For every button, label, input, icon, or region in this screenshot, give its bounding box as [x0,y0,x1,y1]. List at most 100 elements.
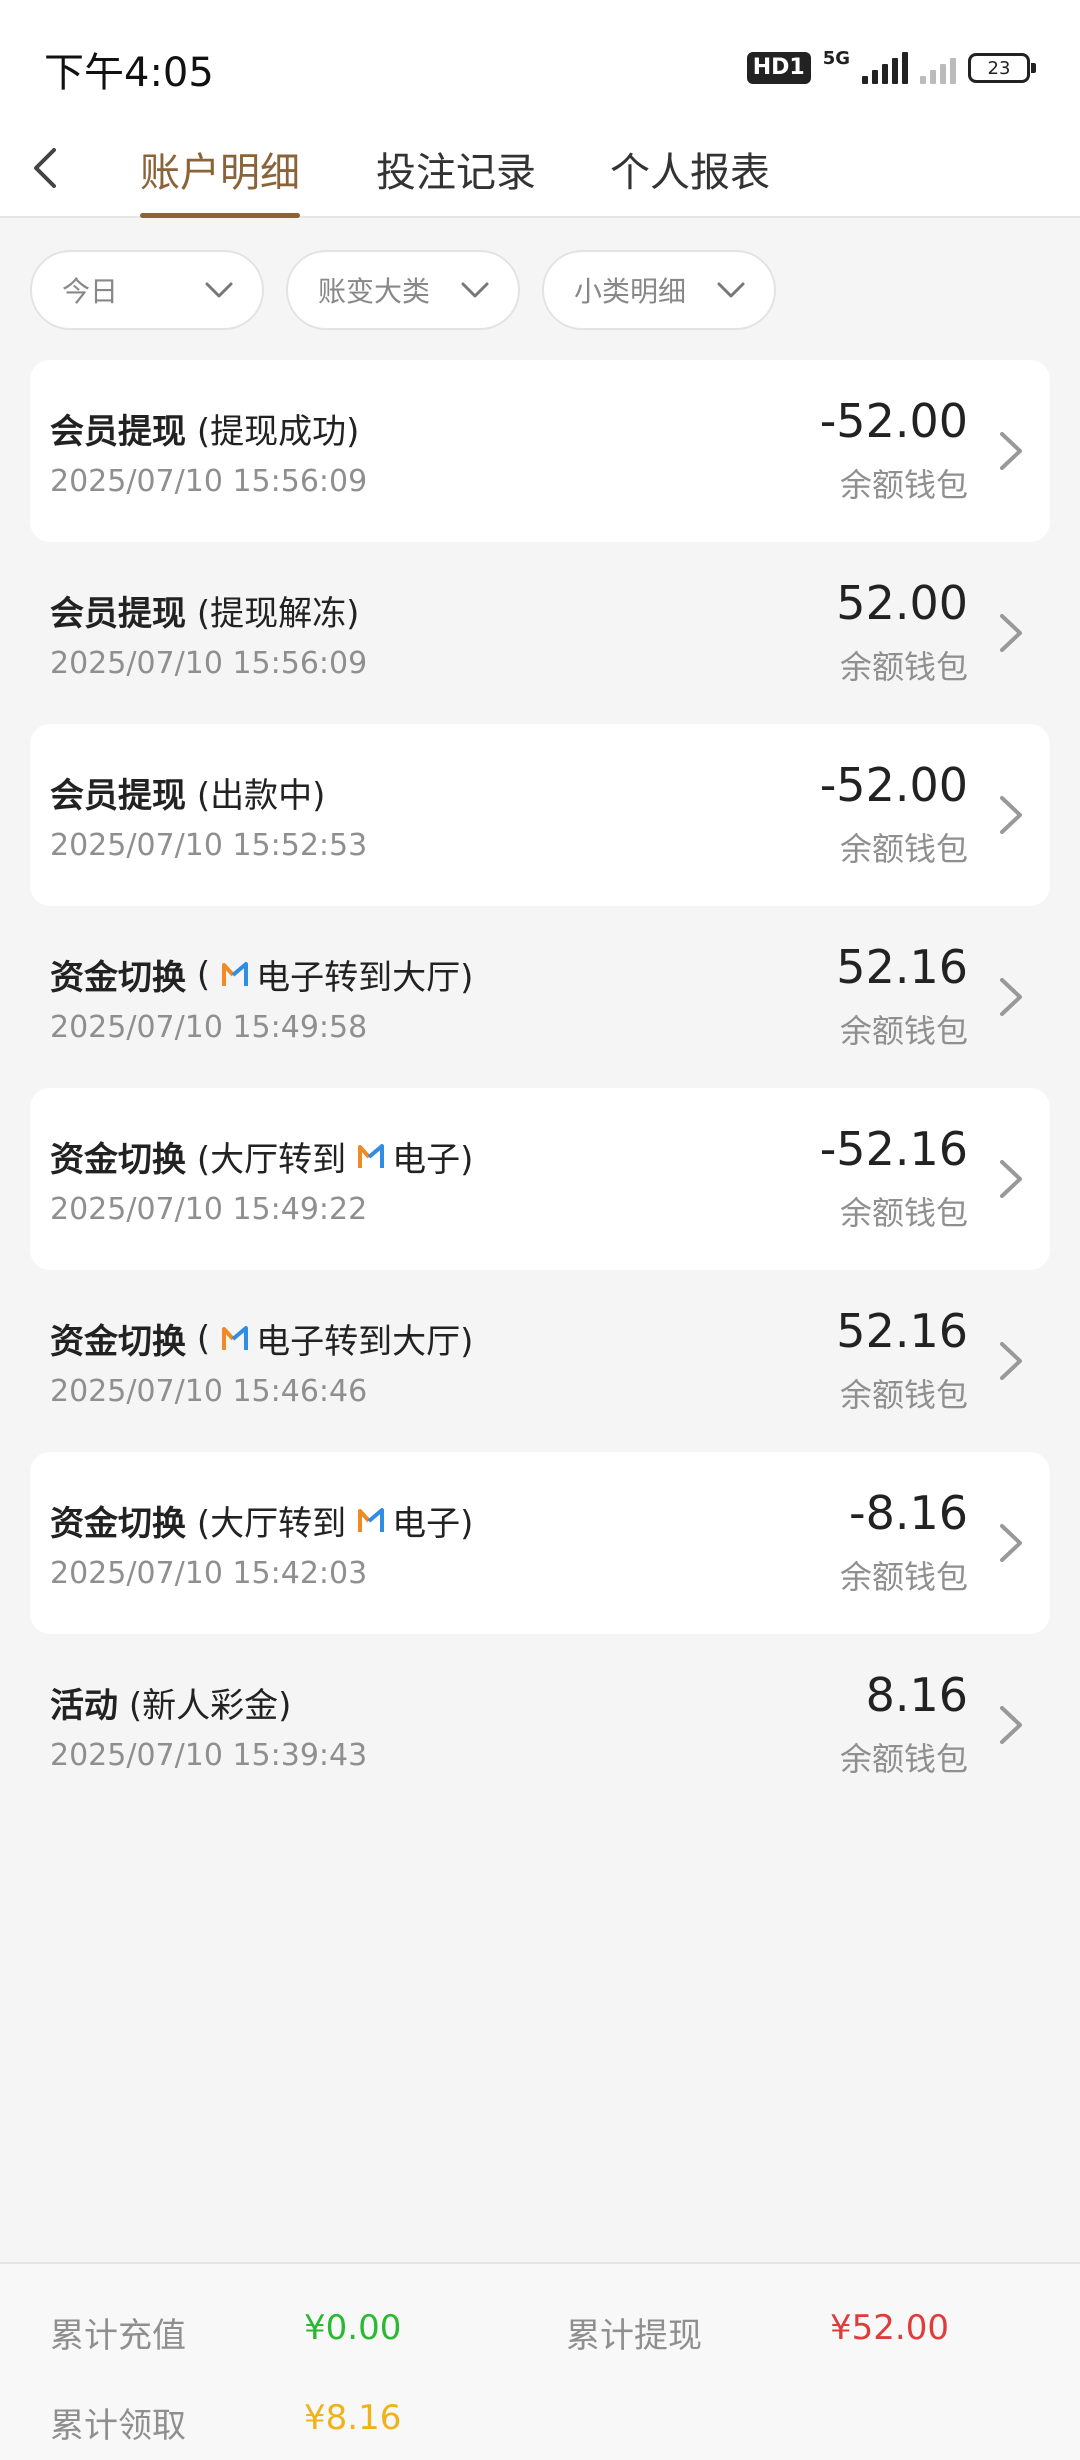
tab-personal-report[interactable]: 个人报表 [610,134,770,218]
tab-label: 个人报表 [610,150,770,196]
record-time: 2025/07/10 15:56:09 [50,464,368,499]
network-label: 5G [822,47,850,69]
record-type: 活动 [50,1686,118,1726]
record-subtype-text: (提现成功) [196,412,360,452]
record-wallet: 余额钱包 [839,1558,968,1596]
chevron-right-icon [1000,614,1022,652]
record-row[interactable]: 会员提现 (提现解冻) 2025/07/10 15:56:09 52.00 余额… [30,542,1050,724]
record-type: 会员提现 [50,776,186,816]
record-subtype: (大厅转到 电子) [186,1496,474,1545]
hd-badge: HD1 [746,52,811,84]
record-subtype: ( 电子转到大厅) [186,950,474,999]
total-claim-value: ¥8.16 [304,2398,402,2438]
record-time: 2025/07/10 15:52:53 [50,828,368,863]
record-title: 会员提现 (提现成功) [50,404,359,453]
record-subtype-text: ( [196,1318,211,1359]
total-deposit-value: ¥0.00 [304,2308,402,2348]
filter-label: 今日 [62,275,119,308]
record-wallet: 余额钱包 [839,1012,968,1050]
chevron-right-icon [1000,1160,1022,1198]
record-subtype: (提现成功) [186,404,360,453]
record-row[interactable]: 会员提现 (提现成功) 2025/07/10 15:56:09 -52.00 余… [30,360,1050,542]
record-subtype: (提现解冻) [186,586,360,635]
record-subtype-text: 电子转到大厅) [256,1322,474,1362]
back-button[interactable] [22,138,72,198]
record-title: 资金切换 ( 电子转到大厅) [50,1314,473,1363]
record-wallet: 余额钱包 [839,1194,968,1232]
record-title: 会员提现 (出款中) [50,768,325,817]
signal-secondary-icon [920,52,956,84]
electronic-game-brand-icon [358,1507,385,1532]
record-title: 活动 (新人彩金) [50,1678,291,1727]
record-subtype-text: (提现解冻) [196,594,360,634]
signal-icon [862,52,908,84]
record-time: 2025/07/10 15:49:58 [50,1010,368,1045]
record-time: 2025/07/10 15:42:03 [50,1556,368,1591]
tab-label: 投注记录 [376,150,536,196]
record-amount: -8.16 [848,1486,968,1540]
record-time: 2025/07/10 15:39:43 [50,1738,368,1773]
chevron-right-icon [1000,1706,1022,1744]
filter-category-dropdown[interactable]: 账变大类 [286,250,520,330]
total-withdraw-value: ¥52.00 [830,2308,949,2348]
record-subtype: (新人彩金) [118,1678,292,1727]
record-amount: -52.00 [819,758,968,812]
record-wallet: 余额钱包 [839,648,968,686]
status-bar: 下午4:05 HD1 5G 23 [0,0,1080,120]
record-subtype-text: 电子) [392,1140,474,1180]
record-row[interactable]: 资金切换 ( 电子转到大厅) 2025/07/10 15:49:58 52.16… [30,906,1050,1088]
record-row[interactable]: 活动 (新人彩金) 2025/07/10 15:39:43 8.16 余额钱包 [30,1634,1050,1816]
record-amount: -52.16 [819,1122,968,1176]
chevron-left-icon [34,148,56,188]
tab-bet-records[interactable]: 投注记录 [376,134,536,218]
record-type: 资金切换 [50,1140,186,1180]
record-subtype-text: ( [196,954,211,995]
record-subtype-text: (大厅转到 [196,1140,347,1180]
record-type: 资金切换 [50,1504,186,1544]
record-subtype-text: 电子) [392,1504,474,1544]
chevron-down-icon [717,282,745,298]
filter-subcategory-dropdown[interactable]: 小类明细 [542,250,776,330]
chevron-right-icon [1000,796,1022,834]
record-amount: 52.00 [836,576,968,630]
record-title: 会员提现 (提现解冻) [50,586,359,635]
record-row[interactable]: 资金切换 (大厅转到 电子) 2025/07/10 15:49:22 -52.1… [30,1088,1050,1270]
record-type: 资金切换 [50,1322,186,1362]
record-row[interactable]: 资金切换 (大厅转到 电子) 2025/07/10 15:42:03 -8.16… [30,1452,1050,1634]
record-type: 会员提现 [50,594,186,634]
electronic-game-brand-icon [358,1143,385,1168]
record-row[interactable]: 会员提现 (出款中) 2025/07/10 15:52:53 -52.00 余额… [30,724,1050,906]
record-amount: -52.00 [819,394,968,448]
record-subtype-text: 电子转到大厅) [256,958,474,998]
chevron-right-icon [1000,978,1022,1016]
filter-label: 账变大类 [318,275,431,308]
filter-date-dropdown[interactable]: 今日 [30,250,264,330]
electronic-game-brand-icon [222,1325,249,1350]
chevron-down-icon [461,282,489,298]
record-title: 资金切换 ( 电子转到大厅) [50,950,473,999]
battery-icon: 23 [968,53,1036,83]
record-list: 会员提现 (提现成功) 2025/07/10 15:56:09 -52.00 余… [30,360,1050,1816]
record-subtype-text: (新人彩金) [128,1686,292,1726]
record-subtype: (出款中) [186,768,326,817]
record-subtype: ( 电子转到大厅) [186,1314,474,1363]
record-time: 2025/07/10 15:49:22 [50,1192,368,1227]
chevron-right-icon [1000,432,1022,470]
record-wallet: 余额钱包 [839,1740,968,1778]
record-wallet: 余额钱包 [839,466,968,504]
total-withdraw-label: 累计提现 [566,2316,702,2356]
chevron-down-icon [205,282,233,298]
tab-account-details[interactable]: 账户明细 [140,134,300,218]
header: 账户明细 投注记录 个人报表 [0,120,1080,218]
record-time: 2025/07/10 15:46:46 [50,1374,368,1409]
record-amount: 8.16 [865,1668,968,1722]
record-wallet: 余额钱包 [839,830,968,868]
record-title: 资金切换 (大厅转到 电子) [50,1132,473,1181]
record-row[interactable]: 资金切换 ( 电子转到大厅) 2025/07/10 15:46:46 52.16… [30,1270,1050,1452]
record-time: 2025/07/10 15:56:09 [50,646,368,681]
record-type: 资金切换 [50,958,186,998]
record-subtype-text: (大厅转到 [196,1504,347,1544]
total-deposit-label: 累计充值 [50,2316,186,2356]
battery-level: 23 [987,57,1011,79]
chevron-right-icon [1000,1524,1022,1562]
